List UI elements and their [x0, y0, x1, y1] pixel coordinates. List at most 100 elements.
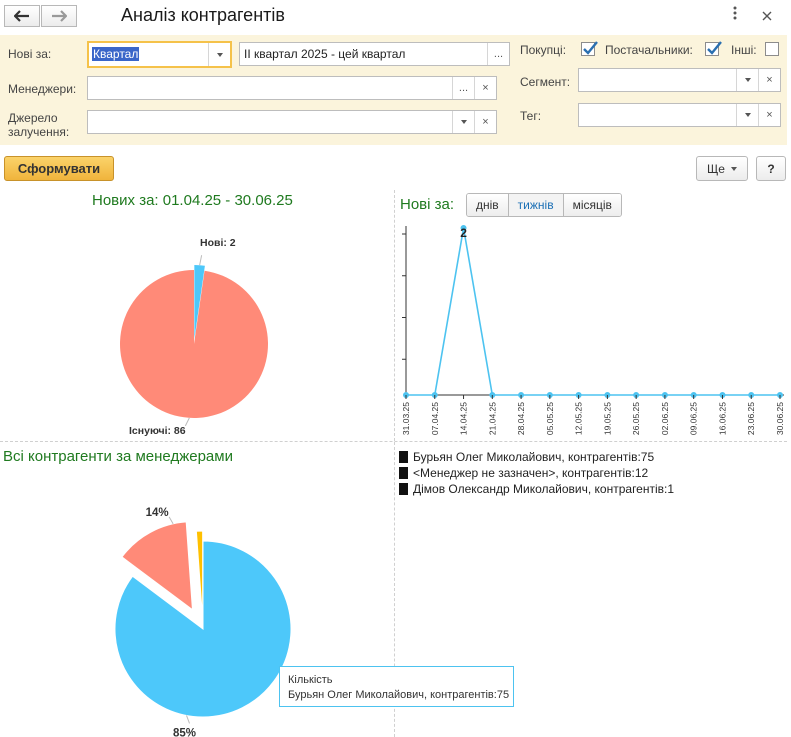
tooltip-title: Кількість: [288, 674, 333, 686]
chevron-down-icon: [744, 78, 751, 82]
period-type-value: Квартал: [92, 47, 140, 61]
help-button[interactable]: ?: [756, 156, 786, 181]
suppliers-checkbox[interactable]: [705, 41, 722, 56]
period-tabs: днів тижнів місяців: [466, 193, 622, 217]
x-tick-label: 14.04.25: [459, 402, 469, 435]
legend-item: Дімов Олександр Миколайович, контрагенті…: [399, 482, 674, 496]
tab-weeks[interactable]: тижнів: [508, 194, 564, 216]
arrow-left-icon: [14, 10, 29, 22]
x-tick-label: 30.06.25: [775, 402, 785, 435]
more-menu-button[interactable]: [733, 6, 737, 23]
tab-months[interactable]: місяців: [563, 194, 621, 216]
more-button[interactable]: Ще: [696, 156, 748, 181]
page-title: Аналіз контрагентів: [121, 5, 285, 25]
x-tick-label: 26.05.25: [631, 402, 641, 435]
suppliers-label: Постачальники:: [605, 43, 693, 57]
pie-leader-line: [186, 715, 190, 724]
line-series: [406, 227, 780, 396]
new-line-chart: 2 31.03.25 07.04.25 14.04.25 21.04.25 28.04.…: [401, 225, 785, 435]
data-label: 2: [460, 226, 467, 240]
pie-label: 85%: [173, 727, 196, 737]
x-tick-label: 28.04.25: [516, 402, 526, 435]
ellipsis-icon: ...: [493, 48, 504, 60]
chart-tooltip: Кількість Бурьян Олег Миколайович, контр…: [279, 666, 514, 707]
tag-clear-button[interactable]: ×: [758, 104, 780, 126]
source-clear-button[interactable]: ×: [474, 111, 496, 133]
source-select[interactable]: ×: [87, 110, 497, 134]
forward-button[interactable]: [41, 5, 77, 27]
close-x-icon: [762, 11, 772, 21]
vertical-dots-icon: [733, 6, 737, 20]
pie-slice-existing[interactable]: [120, 270, 268, 418]
back-button[interactable]: [4, 5, 40, 27]
new-for-label: Нові за:: [8, 47, 52, 61]
buyers-checkbox[interactable]: [581, 41, 598, 56]
segment-clear-button[interactable]: ×: [758, 69, 780, 91]
x-tick-label: 23.06.25: [746, 402, 756, 435]
period-type-select[interactable]: Квартал: [87, 41, 232, 68]
x-tick-label: 19.05.25: [602, 402, 612, 435]
period-input[interactable]: ІІ квартал 2025 - цей квартал ...: [239, 42, 510, 66]
x-tick-label: 16.06.25: [717, 402, 727, 435]
close-window-button[interactable]: [762, 8, 772, 24]
checkmark-icon: [583, 41, 598, 55]
legend-item: <Менеджер не зазначен>, контрагентів:12: [399, 466, 648, 480]
x-tick-label: 07.04.25: [430, 402, 440, 435]
pie-label-existing: Існуючі: 86: [129, 425, 186, 437]
legend-item: Бурьян Олег Миколайович, контрагентів:75: [399, 450, 654, 464]
new-chart-title: Нові за:: [400, 196, 455, 213]
clear-x-icon: ×: [482, 82, 489, 94]
others-checkbox[interactable]: [765, 42, 779, 56]
more-button-label: Ще: [707, 161, 725, 176]
tag-label: Тег:: [520, 109, 542, 123]
managers-title: Всі контрагенти за менеджерами: [3, 448, 233, 465]
tab-days[interactable]: днів: [467, 194, 509, 216]
legend-label: Бурьян Олег Миколайович, контрагентів:75: [413, 450, 655, 464]
chevron-down-icon: [730, 166, 737, 171]
chevron-down-icon: [744, 113, 751, 117]
checkmark-icon: [707, 41, 722, 55]
pie-label-new: Нові: 2: [200, 237, 236, 249]
segment-dropdown-button[interactable]: [736, 69, 758, 91]
segment-label: Сегмент:: [520, 75, 571, 89]
managers-clear-button[interactable]: ×: [474, 77, 496, 99]
others-label: Інші:: [731, 43, 757, 57]
new-pie-chart: Нові: 2 Існуючі: 86: [120, 237, 268, 437]
generate-button[interactable]: Сформувати: [4, 156, 114, 181]
pie-leader-line: [168, 516, 174, 525]
clear-x-icon: ×: [766, 74, 773, 86]
arrow-right-icon: [52, 10, 67, 22]
managers-label: Менеджери:: [8, 82, 77, 96]
pie-slice[interactable]: [195, 530, 204, 620]
period-value: ІІ квартал 2025 - цей квартал: [244, 47, 406, 61]
divider-vertical-top: [394, 190, 395, 441]
x-tick-label: 12.05.25: [574, 402, 584, 435]
pie-leader-line-new: [199, 255, 203, 266]
chevron-down-icon: [216, 52, 223, 57]
legend-label: Дімов Олександр Миколайович, контрагенті…: [413, 482, 675, 496]
x-tick-label: 02.06.25: [660, 402, 670, 435]
managers-input[interactable]: ... ×: [87, 76, 497, 100]
period-type-dropdown-button[interactable]: [208, 43, 230, 66]
legend-swatch: [399, 467, 408, 479]
x-tick-label: 21.04.25: [487, 402, 497, 435]
ellipsis-icon: ...: [458, 82, 469, 94]
new-pie-title: Нових за: 01.04.25 - 30.06.25: [92, 192, 293, 209]
clear-x-icon: ×: [766, 109, 773, 121]
segment-select[interactable]: ×: [578, 68, 781, 92]
x-tick-label: 31.03.25: [401, 402, 411, 435]
clear-x-icon: ×: [482, 116, 489, 128]
period-select-button[interactable]: ...: [487, 43, 509, 65]
source-dropdown-button[interactable]: [452, 111, 474, 133]
x-tick-label: 05.05.25: [545, 402, 555, 435]
tag-select[interactable]: ×: [578, 103, 781, 127]
managers-select-button[interactable]: ...: [452, 77, 474, 99]
legend-label: <Менеджер не зазначен>, контрагентів:12: [413, 466, 649, 480]
filter-panel: Нові за: Квартал ІІ квартал 2025 - цей к…: [0, 35, 787, 145]
x-tick-label: 09.06.25: [689, 402, 699, 435]
pie-leader-line-existing: [184, 417, 190, 427]
pie-label: 14%: [146, 507, 169, 519]
tag-dropdown-button[interactable]: [736, 104, 758, 126]
tooltip-value: Бурьян Олег Миколайович, контрагентів:75: [288, 689, 510, 701]
chevron-down-icon: [460, 120, 467, 124]
